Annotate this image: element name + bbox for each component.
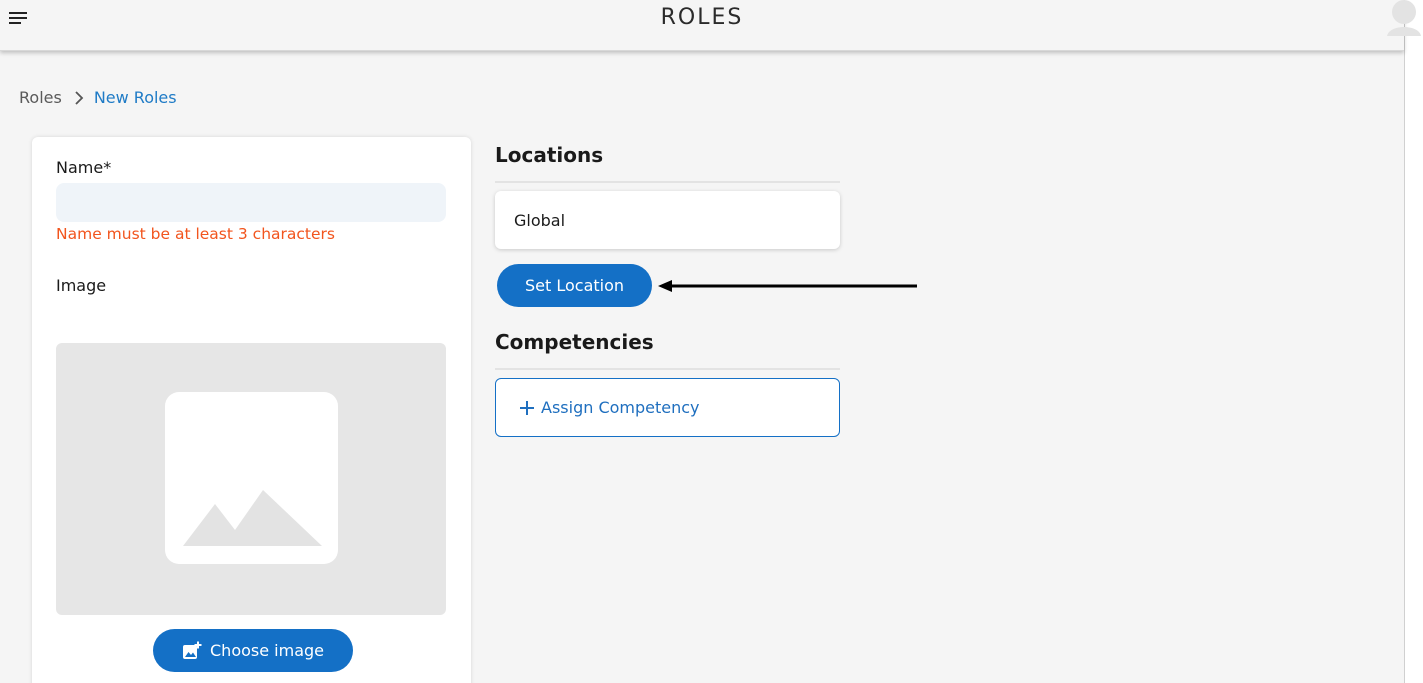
plus-icon xyxy=(520,400,534,415)
image-preview-area xyxy=(56,343,446,615)
user-avatar-icon[interactable] xyxy=(1385,0,1423,36)
assign-competency-label: Assign Competency xyxy=(541,398,700,417)
breadcrumb: Roles New Roles xyxy=(19,88,177,107)
add-photo-icon xyxy=(183,641,202,659)
name-input[interactable] xyxy=(56,183,446,222)
locations-divider xyxy=(495,181,840,183)
chevron-right-icon xyxy=(75,90,84,105)
image-placeholder-icon xyxy=(165,392,338,564)
competencies-heading: Competencies xyxy=(495,330,654,354)
set-location-button[interactable]: Set Location xyxy=(497,264,652,307)
image-label: Image xyxy=(56,276,107,295)
page-title: ROLES xyxy=(660,5,744,30)
top-app-bar: ROLES xyxy=(0,0,1421,51)
breadcrumb-roles-link[interactable]: Roles xyxy=(19,88,62,107)
location-item: Global xyxy=(495,191,840,249)
choose-image-button[interactable]: Choose image xyxy=(153,629,353,672)
arrow-left-icon xyxy=(658,280,917,292)
assign-competency-button[interactable]: Assign Competency xyxy=(495,378,840,437)
location-name: Global xyxy=(514,210,566,230)
role-details-card: Name* Name must be at least 3 characters… xyxy=(32,137,471,683)
locations-heading: Locations xyxy=(495,143,604,167)
breadcrumb-current: New Roles xyxy=(93,88,177,107)
scrollbar-track[interactable] xyxy=(1405,0,1423,683)
competencies-divider xyxy=(495,368,840,370)
choose-image-label: Choose image xyxy=(210,641,324,660)
name-label: Name* xyxy=(56,158,112,177)
name-error-message: Name must be at least 3 characters xyxy=(56,225,335,243)
